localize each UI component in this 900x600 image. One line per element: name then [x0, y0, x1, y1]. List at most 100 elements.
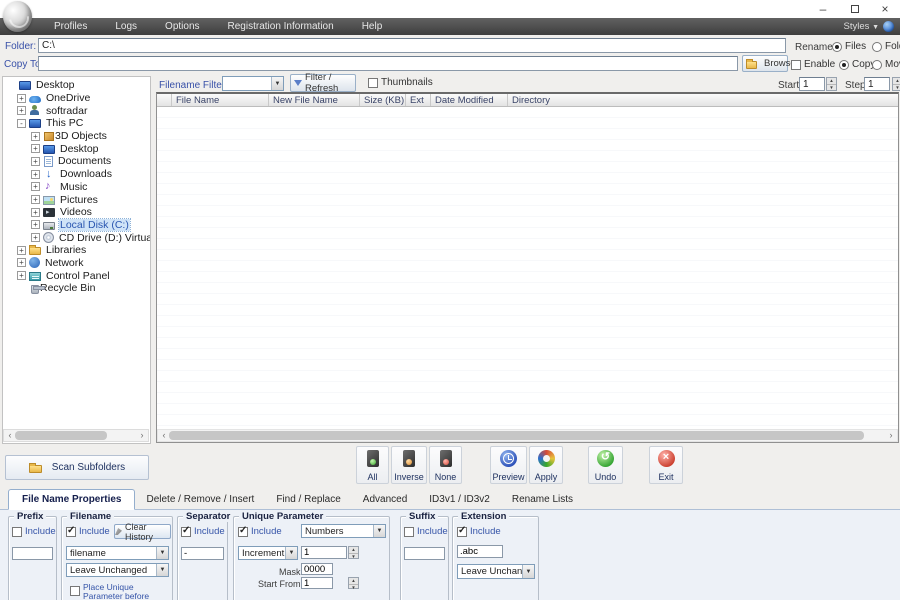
tree-item-local-disk-c[interactable]: + Local Disk (C:): [3, 219, 150, 232]
expander-icon[interactable]: +: [31, 195, 40, 204]
step-spinner[interactable]: ▲▼: [892, 77, 900, 91]
tree-item-3d-objects[interactable]: + 3D Objects: [3, 130, 150, 143]
preview-button[interactable]: Preview: [490, 446, 527, 484]
filename-include-checkbox[interactable]: Include: [66, 526, 110, 537]
tree-item-documents[interactable]: + Documents: [3, 155, 150, 168]
extension-include-checkbox[interactable]: Include: [457, 526, 501, 537]
tree-item-recycle-bin[interactable]: Recycle Bin: [3, 282, 150, 295]
rename-files-radio[interactable]: Files: [832, 41, 866, 52]
expander-icon[interactable]: +: [31, 132, 40, 141]
file-list-body[interactable]: [157, 107, 898, 428]
copyto-input[interactable]: [38, 56, 738, 71]
scroll-left-icon[interactable]: ‹: [5, 430, 15, 441]
minimize-button[interactable]: –: [808, 1, 838, 17]
extension-case-dropdown[interactable]: Leave Unchanged ▼: [457, 564, 535, 579]
expander-icon[interactable]: +: [31, 233, 40, 242]
place-unique-checkbox[interactable]: Place Unique Parameter before Filename: [70, 583, 170, 600]
prefix-input[interactable]: [12, 547, 53, 560]
chevron-down-icon[interactable]: ▼: [156, 547, 168, 559]
step-input[interactable]: [864, 77, 890, 91]
expander-icon[interactable]: -: [17, 119, 26, 128]
expander-icon[interactable]: +: [31, 170, 40, 179]
expander-icon[interactable]: +: [31, 157, 40, 166]
filename-filter-combo[interactable]: ▼: [222, 76, 284, 91]
filter-refresh-button[interactable]: Filter / Refresh: [290, 74, 356, 92]
unique-increment-spinner[interactable]: ▲▼: [348, 546, 359, 559]
column-new-file-name[interactable]: New File Name: [269, 94, 360, 106]
tree-item-videos[interactable]: + Videos: [3, 206, 150, 219]
filename-case-dropdown[interactable]: Leave Unchanged ▼: [66, 563, 169, 577]
filename-source-dropdown[interactable]: filename ▼: [66, 546, 169, 560]
scroll-right-icon[interactable]: ›: [137, 430, 147, 441]
styles-dropdown[interactable]: Styles ▼: [844, 18, 879, 35]
scroll-left-icon[interactable]: ‹: [159, 430, 169, 441]
tab-advanced[interactable]: Advanced: [352, 491, 418, 509]
tree-item-control-panel[interactable]: + Control Panel: [3, 269, 150, 282]
expander-icon[interactable]: +: [31, 144, 40, 153]
chevron-down-icon[interactable]: ▼: [156, 564, 168, 576]
unique-increment-input[interactable]: [301, 546, 347, 559]
tree-item-pictures[interactable]: + Pictures: [3, 193, 150, 206]
unique-include-checkbox[interactable]: Include: [238, 526, 282, 537]
tree-item-cd-drive-d[interactable]: + CD Drive (D:) VirtualBox Gu: [3, 231, 150, 244]
tree-item-libraries[interactable]: + Libraries: [3, 244, 150, 257]
thumbnails-checkbox[interactable]: Thumbnails: [368, 77, 433, 88]
tree-item-downloads[interactable]: + Downloads: [3, 168, 150, 181]
menu-help[interactable]: Help: [348, 18, 397, 35]
chevron-down-icon[interactable]: ▼: [522, 565, 534, 578]
menu-logs[interactable]: Logs: [101, 18, 151, 35]
copy-radio[interactable]: Copy: [839, 59, 875, 70]
expander-icon[interactable]: +: [17, 106, 26, 115]
suffix-input[interactable]: [404, 547, 445, 560]
expander-icon[interactable]: +: [31, 208, 40, 217]
tree-item-desktop[interactable]: Desktop: [3, 79, 150, 92]
separator-include-checkbox[interactable]: Include: [181, 526, 225, 537]
file-list-horizontal-scrollbar[interactable]: ‹ ›: [157, 429, 898, 442]
select-none-button[interactable]: None: [429, 446, 462, 484]
scroll-thumb[interactable]: [169, 431, 864, 440]
tab-find-replace[interactable]: Find / Replace: [265, 491, 351, 509]
select-all-button[interactable]: All: [356, 446, 389, 484]
scan-subfolders-button[interactable]: Scan Subfolders: [5, 455, 149, 480]
apply-button[interactable]: Apply: [529, 446, 563, 484]
exit-button[interactable]: × Exit: [649, 446, 683, 484]
start-input[interactable]: [799, 77, 825, 91]
tree-item-onedrive[interactable]: + OneDrive: [3, 92, 150, 105]
chevron-down-icon[interactable]: ▼: [271, 77, 283, 90]
tab-delete-remove-insert[interactable]: Delete / Remove / Insert: [135, 491, 265, 509]
column-file-name[interactable]: File Name: [172, 94, 269, 106]
tab-file-name-properties[interactable]: File Name Properties: [8, 489, 135, 510]
expander-icon[interactable]: +: [31, 220, 40, 229]
column-date-modified[interactable]: Date Modified: [431, 94, 508, 106]
tree-item-music[interactable]: + Music: [3, 181, 150, 194]
undo-button[interactable]: ↺ Undo: [588, 446, 623, 484]
tab-id3v1-id3v2[interactable]: ID3v1 / ID3v2: [418, 491, 501, 509]
browse-button[interactable]: Browse: [742, 55, 788, 72]
tree-item-desktop-sub[interactable]: + Desktop: [3, 142, 150, 155]
scroll-thumb[interactable]: [15, 431, 107, 440]
mask-input[interactable]: [301, 563, 333, 575]
column-ext[interactable]: Ext: [406, 94, 431, 106]
tree-item-softradar[interactable]: + softradar: [3, 104, 150, 117]
select-inverse-button[interactable]: Inverse: [391, 446, 427, 484]
move-radio[interactable]: Move: [872, 59, 900, 70]
tab-rename-lists[interactable]: Rename Lists: [501, 491, 584, 509]
chevron-down-icon[interactable]: ▼: [285, 547, 297, 559]
scroll-right-icon[interactable]: ›: [886, 430, 896, 441]
start-from-input[interactable]: [301, 577, 333, 589]
expander-icon[interactable]: +: [17, 271, 26, 280]
expander-icon[interactable]: +: [17, 258, 26, 267]
column-directory[interactable]: Directory: [508, 94, 898, 106]
folder-input[interactable]: [38, 38, 786, 53]
unique-mode-dropdown[interactable]: Increment ▼: [238, 546, 298, 560]
extension-input[interactable]: [457, 545, 503, 558]
menu-profiles[interactable]: Profiles: [40, 18, 101, 35]
expander-icon[interactable]: +: [31, 182, 40, 191]
expander-icon[interactable]: +: [17, 94, 26, 103]
unique-type-dropdown[interactable]: Numbers ▼: [301, 524, 386, 538]
menu-options[interactable]: Options: [151, 18, 213, 35]
enable-checkbox[interactable]: Enable: [791, 59, 835, 70]
tree-item-this-pc[interactable]: - This PC: [3, 117, 150, 130]
menu-registration-information[interactable]: Registration Information: [214, 18, 348, 35]
start-spinner[interactable]: ▲▼: [826, 77, 837, 91]
